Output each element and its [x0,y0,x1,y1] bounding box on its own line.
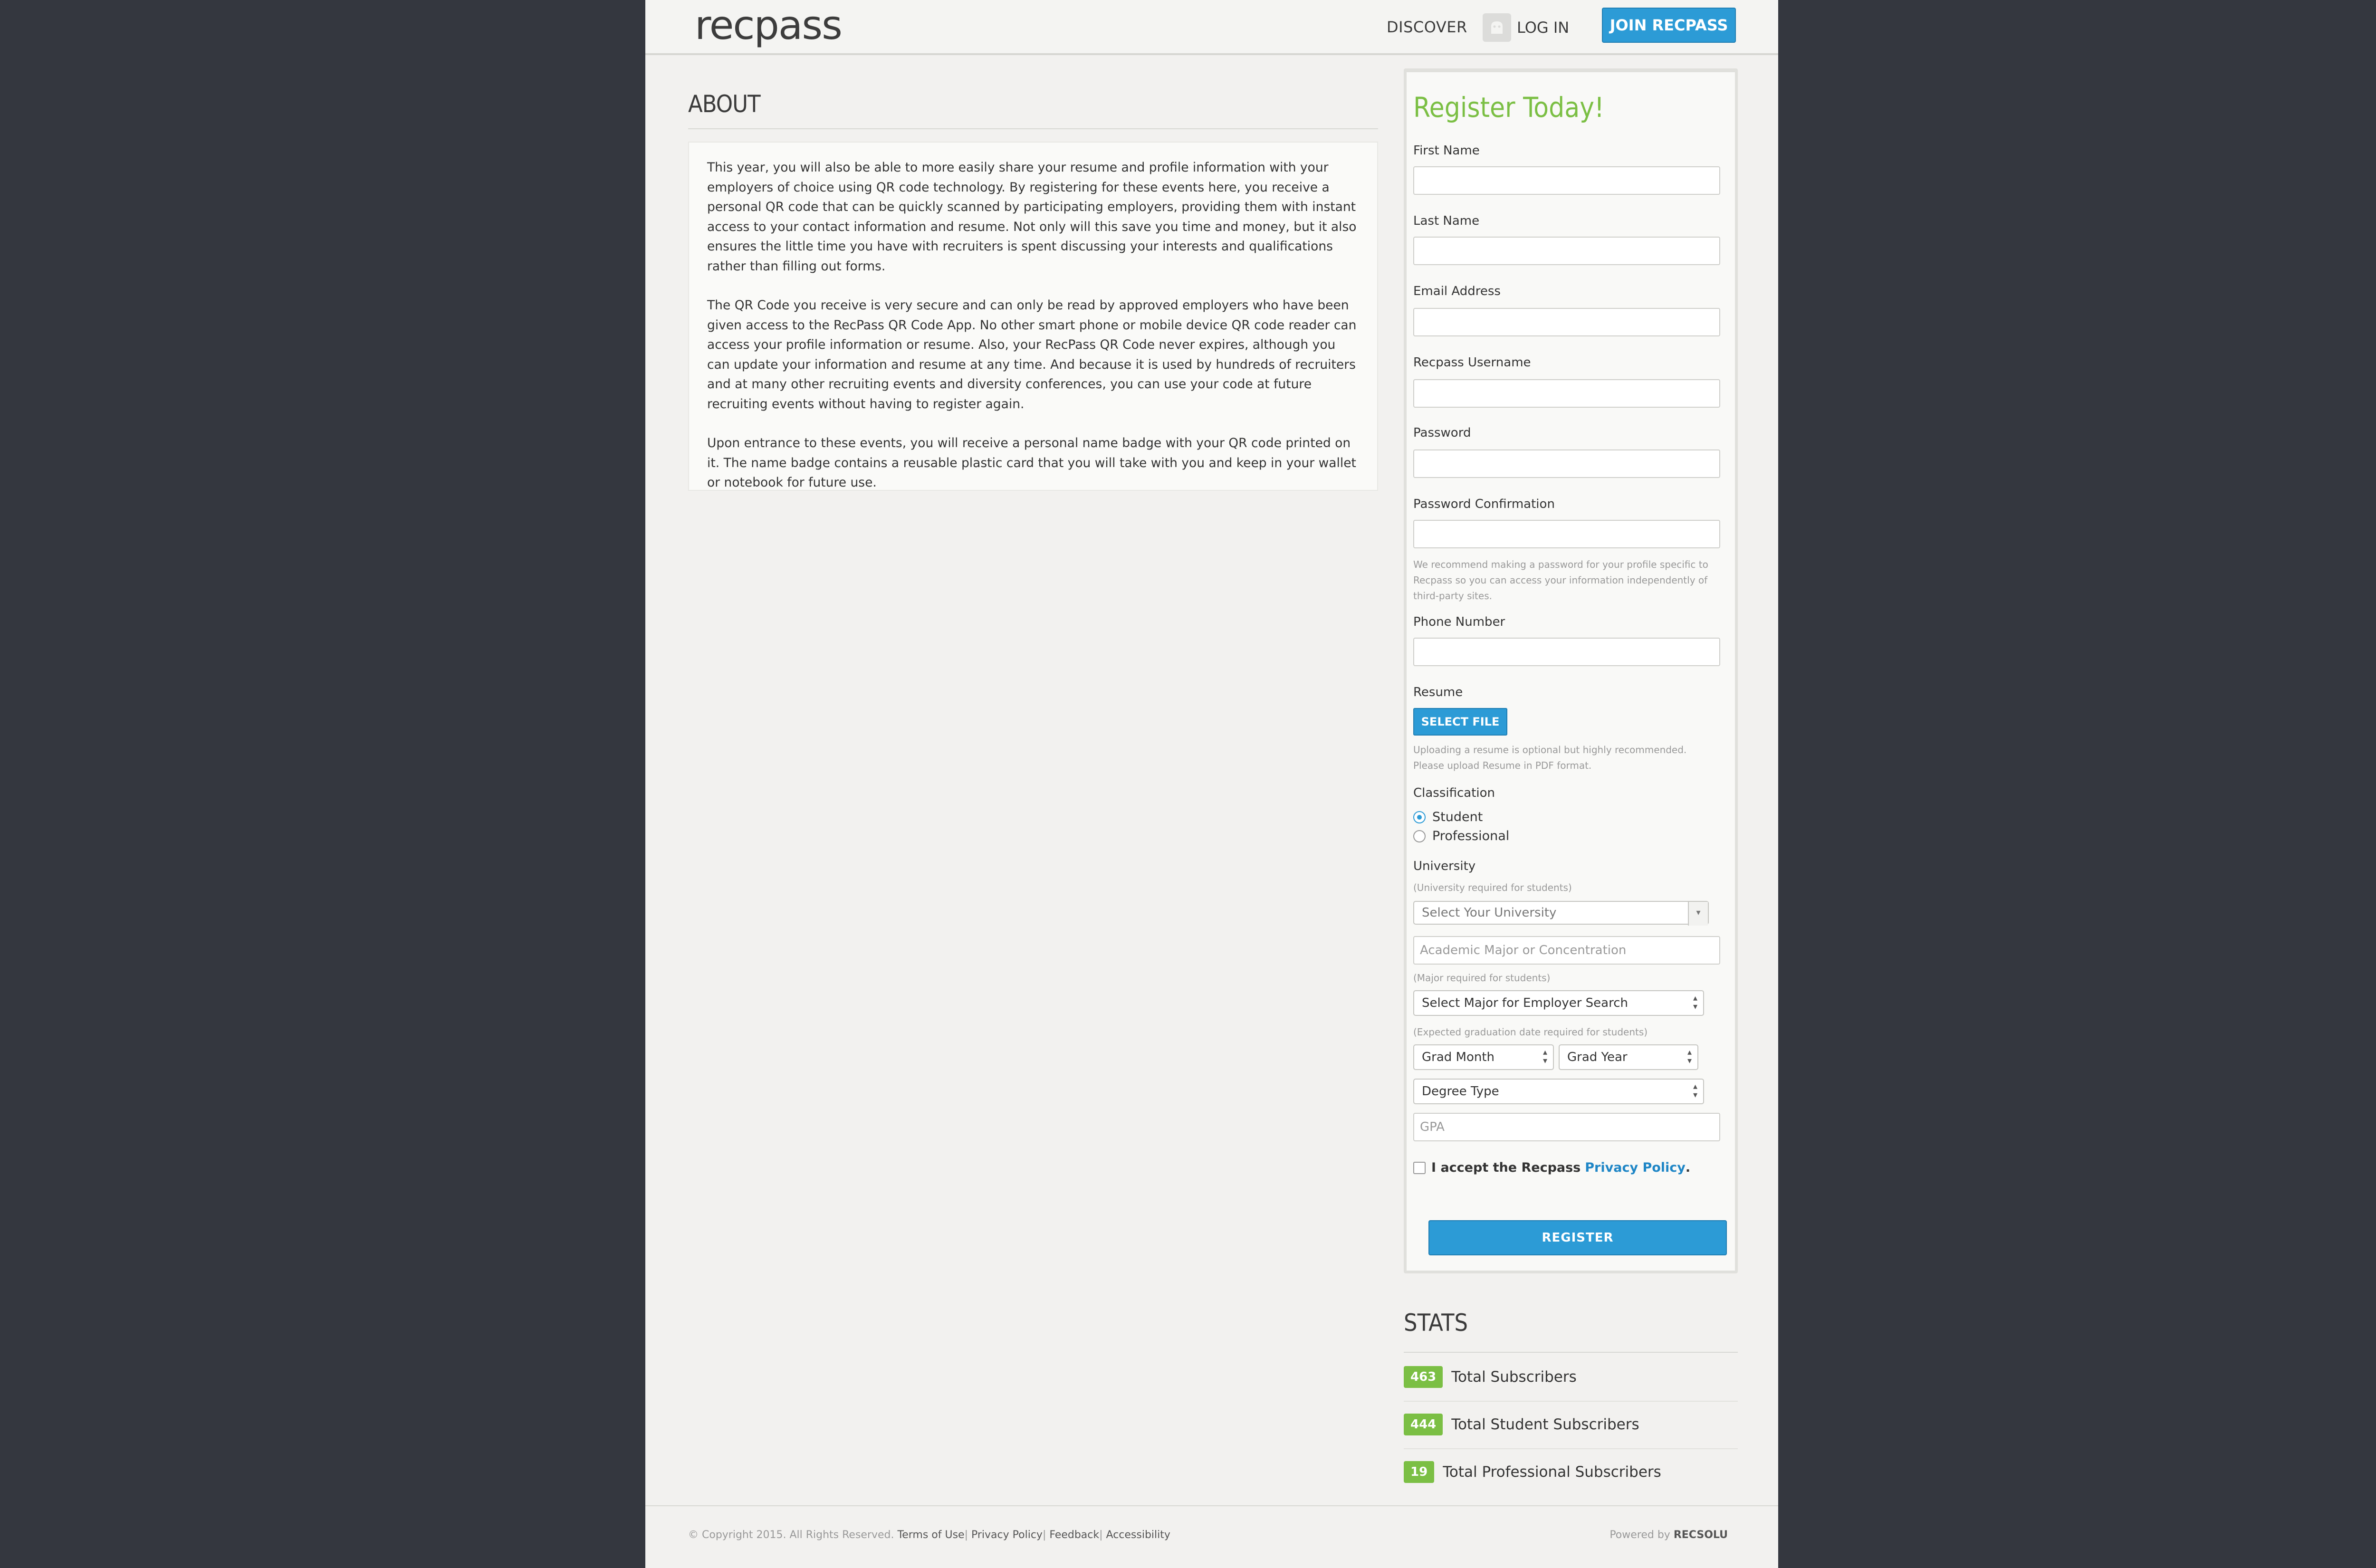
radio-student[interactable] [1413,811,1426,823]
degree-type-select[interactable]: Degree Type ▴ ▾ [1413,1079,1704,1104]
select-arrows-icon: ▴ ▾ [1693,993,1697,1012]
privacy-policy-link[interactable]: Privacy Policy [1585,1160,1686,1175]
join-recpass-button[interactable]: JOIN RECPASS [1602,8,1736,43]
page-container: recpass DISCOVER LOG IN JOIN RECPASS ABO… [645,0,1778,1568]
footer-link-terms[interactable]: Terms of Use [898,1529,965,1541]
stats-heading: STATS [1404,1309,1468,1337]
accept-text: I accept the Recpass [1431,1160,1581,1175]
stat-label: Total Professional Subscribers [1443,1463,1661,1481]
select-arrows-icon: ▴ ▾ [1687,1047,1692,1066]
grad-year-value: Grad Year [1567,1050,1628,1064]
about-paragraph: This year, you will also be able to more… [707,160,1357,274]
about-paragraph: Upon entrance to these events, you will … [707,436,1356,490]
grad-month-value: Grad Month [1422,1050,1495,1064]
about-divider [688,128,1378,129]
resume-label: Resume [1413,685,1463,699]
username-label: Recpass Username [1413,355,1531,370]
last-name-input[interactable] [1413,237,1720,265]
password-confirm-input[interactable] [1413,520,1720,548]
resume-help-text: Uploading a resume is optional but highl… [1413,744,1687,771]
stat-row: 463 Total Subscribers [1404,1353,1738,1401]
about-paragraph: The QR Code you receive is very secure a… [707,298,1357,411]
stat-label: Total Student Subscribers [1451,1416,1639,1433]
select-arrows-icon: ▴ ▾ [1542,1047,1547,1066]
footer-link-privacy[interactable]: Privacy Policy [971,1529,1043,1541]
dropdown-arrow-icon: ▾ [1688,902,1708,926]
powered-by-text: Powered by [1610,1529,1670,1541]
password-label: Password [1413,426,1471,440]
stat-count-badge: 463 [1404,1366,1443,1388]
gpa-input[interactable]: GPA [1413,1113,1720,1141]
first-name-label: First Name [1413,143,1480,158]
university-select-value: Select Your University [1422,906,1557,920]
stats-divider [1404,1352,1738,1353]
password-confirm-label: Password Confirmation [1413,497,1555,511]
grad-year-select[interactable]: Grad Year ▴ ▾ [1559,1044,1698,1070]
university-help-text: (University required for students) [1413,882,1572,893]
logo-text: recpass [695,2,843,48]
stat-label: Total Subscribers [1451,1368,1577,1386]
first-name-input[interactable] [1413,166,1720,195]
nav-discover-link[interactable]: DISCOVER [1387,18,1467,36]
university-select[interactable]: Select Your University ▾ [1413,901,1709,926]
classification-label: Classification [1413,786,1495,800]
register-form: Register Today! First Name Last Name Ema… [1404,68,1738,1273]
register-heading: Register Today! [1413,91,1604,124]
email-input[interactable] [1413,308,1720,336]
email-label: Email Address [1413,284,1501,298]
radio-professional-label: Professional [1432,829,1510,843]
university-label: University [1413,859,1476,873]
grad-month-select[interactable]: Grad Month ▴ ▾ [1413,1044,1554,1070]
stat-row: 444 Total Student Subscribers [1404,1401,1738,1448]
password-help-text: We recommend making a password for your … [1413,559,1708,602]
nav-login-link[interactable]: LOG IN [1483,13,1569,42]
major-help-text: (Major required for students) [1413,972,1551,984]
site-header: recpass DISCOVER LOG IN JOIN RECPASS [645,0,1778,55]
stat-count-badge: 19 [1404,1461,1435,1483]
select-arrows-icon: ▴ ▾ [1693,1081,1697,1100]
nav-login-label: LOG IN [1517,19,1570,37]
accept-checkbox[interactable] [1413,1161,1426,1174]
register-button[interactable]: REGISTER [1428,1220,1727,1255]
footer-link-accessibility[interactable]: Accessibility [1106,1529,1170,1541]
password-input[interactable] [1413,449,1720,478]
about-heading: ABOUT [688,90,761,118]
username-input[interactable] [1413,379,1720,408]
classification-professional-option[interactable]: Professional [1413,829,1509,843]
major-input[interactable]: Academic Major or Concentration [1413,936,1720,965]
user-avatar-icon [1483,13,1511,42]
copyright-text: © Copyright 2015. All Rights Reserved. [688,1529,894,1541]
recpass-logo[interactable]: recpass [695,2,843,48]
accept-period: . [1685,1160,1691,1175]
major-select-value: Select Major for Employer Search [1422,996,1628,1010]
stat-row: 19 Total Professional Subscribers [1404,1448,1738,1496]
accept-privacy-row: I accept the Recpass Privacy Policy . [1413,1160,1690,1175]
footer-link-feedback[interactable]: Feedback [1049,1529,1099,1541]
classification-student-option[interactable]: Student [1413,810,1483,824]
footer-links: © Copyright 2015. All Rights Reserved. T… [688,1529,1170,1541]
recsolu-link[interactable]: RECSOLU [1674,1529,1728,1541]
major-select[interactable]: Select Major for Employer Search ▴ ▾ [1413,990,1704,1016]
radio-student-label: Student [1432,810,1483,824]
phone-label: Phone Number [1413,615,1505,629]
last-name-label: Last Name [1413,214,1480,228]
select-file-button[interactable]: SELECT FILE [1413,708,1507,736]
phone-input[interactable] [1413,638,1720,666]
footer-divider [645,1505,1778,1506]
stat-count-badge: 444 [1404,1414,1443,1435]
degree-type-value: Degree Type [1422,1084,1499,1099]
radio-professional[interactable] [1413,830,1426,842]
powered-by: Powered by RECSOLU [1610,1529,1728,1541]
grad-help-text: (Expected graduation date required for s… [1413,1026,1648,1038]
about-content: This year, you will also be able to more… [688,142,1378,491]
